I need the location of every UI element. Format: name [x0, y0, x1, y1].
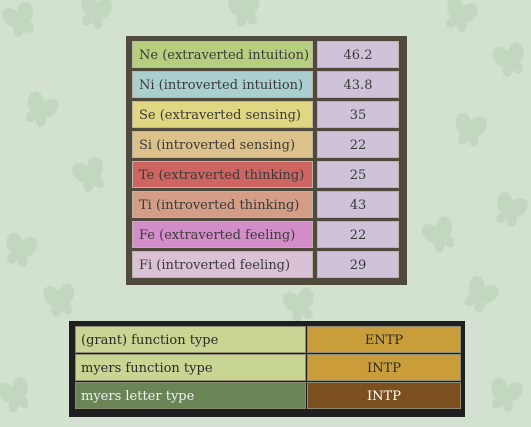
function-score-fi: 29	[317, 251, 399, 278]
type-label-myers-function: myers function type	[75, 354, 306, 381]
function-name-ti: Ti (introverted thinking)	[132, 191, 313, 218]
function-row-si: Si (introverted sensing) 22	[132, 131, 403, 158]
function-name-fe: Fe (extraverted feeling)	[132, 221, 313, 248]
function-row-ne: Ne (extraverted intuition) 46.2	[132, 41, 403, 68]
function-name-se: Se (extraverted sensing)	[132, 101, 313, 128]
type-value-myers-letter: INTP	[307, 382, 461, 409]
function-row-ni: Ni (introverted intuition) 43.8	[132, 71, 403, 98]
type-row-grant-function: (grant) function type ENTP	[75, 326, 461, 353]
function-name-te: Te (extraverted thinking)	[132, 161, 313, 188]
function-score-si: 22	[317, 131, 399, 158]
function-name-ni: Ni (introverted intuition)	[132, 71, 313, 98]
function-row-fe: Fe (extraverted feeling) 22	[132, 221, 403, 248]
function-score-te: 25	[317, 161, 399, 188]
type-label-grant-function: (grant) function type	[75, 326, 306, 353]
function-score-ne: 46.2	[317, 41, 399, 68]
function-row-te: Te (extraverted thinking) 25	[132, 161, 403, 188]
type-label-myers-letter: myers letter type	[75, 382, 306, 409]
type-value-grant-function: ENTP	[307, 326, 461, 353]
function-name-ne: Ne (extraverted intuition)	[132, 41, 313, 68]
personality-type-table: (grant) function type ENTP myers functio…	[69, 321, 465, 417]
function-score-fe: 22	[317, 221, 399, 248]
function-row-se: Se (extraverted sensing) 35	[132, 101, 403, 128]
function-name-si: Si (introverted sensing)	[132, 131, 313, 158]
type-row-myers-letter: myers letter type INTP	[75, 382, 461, 409]
function-row-fi: Fi (introverted feeling) 29	[132, 251, 403, 278]
function-score-se: 35	[317, 101, 399, 128]
type-row-myers-function: myers function type INTP	[75, 354, 461, 381]
function-row-ti: Ti (introverted thinking) 43	[132, 191, 403, 218]
function-score-ti: 43	[317, 191, 399, 218]
function-name-fi: Fi (introverted feeling)	[132, 251, 313, 278]
cognitive-functions-table: Ne (extraverted intuition) 46.2 Ni (intr…	[126, 36, 407, 285]
function-score-ni: 43.8	[317, 71, 399, 98]
type-value-myers-function: INTP	[307, 354, 461, 381]
